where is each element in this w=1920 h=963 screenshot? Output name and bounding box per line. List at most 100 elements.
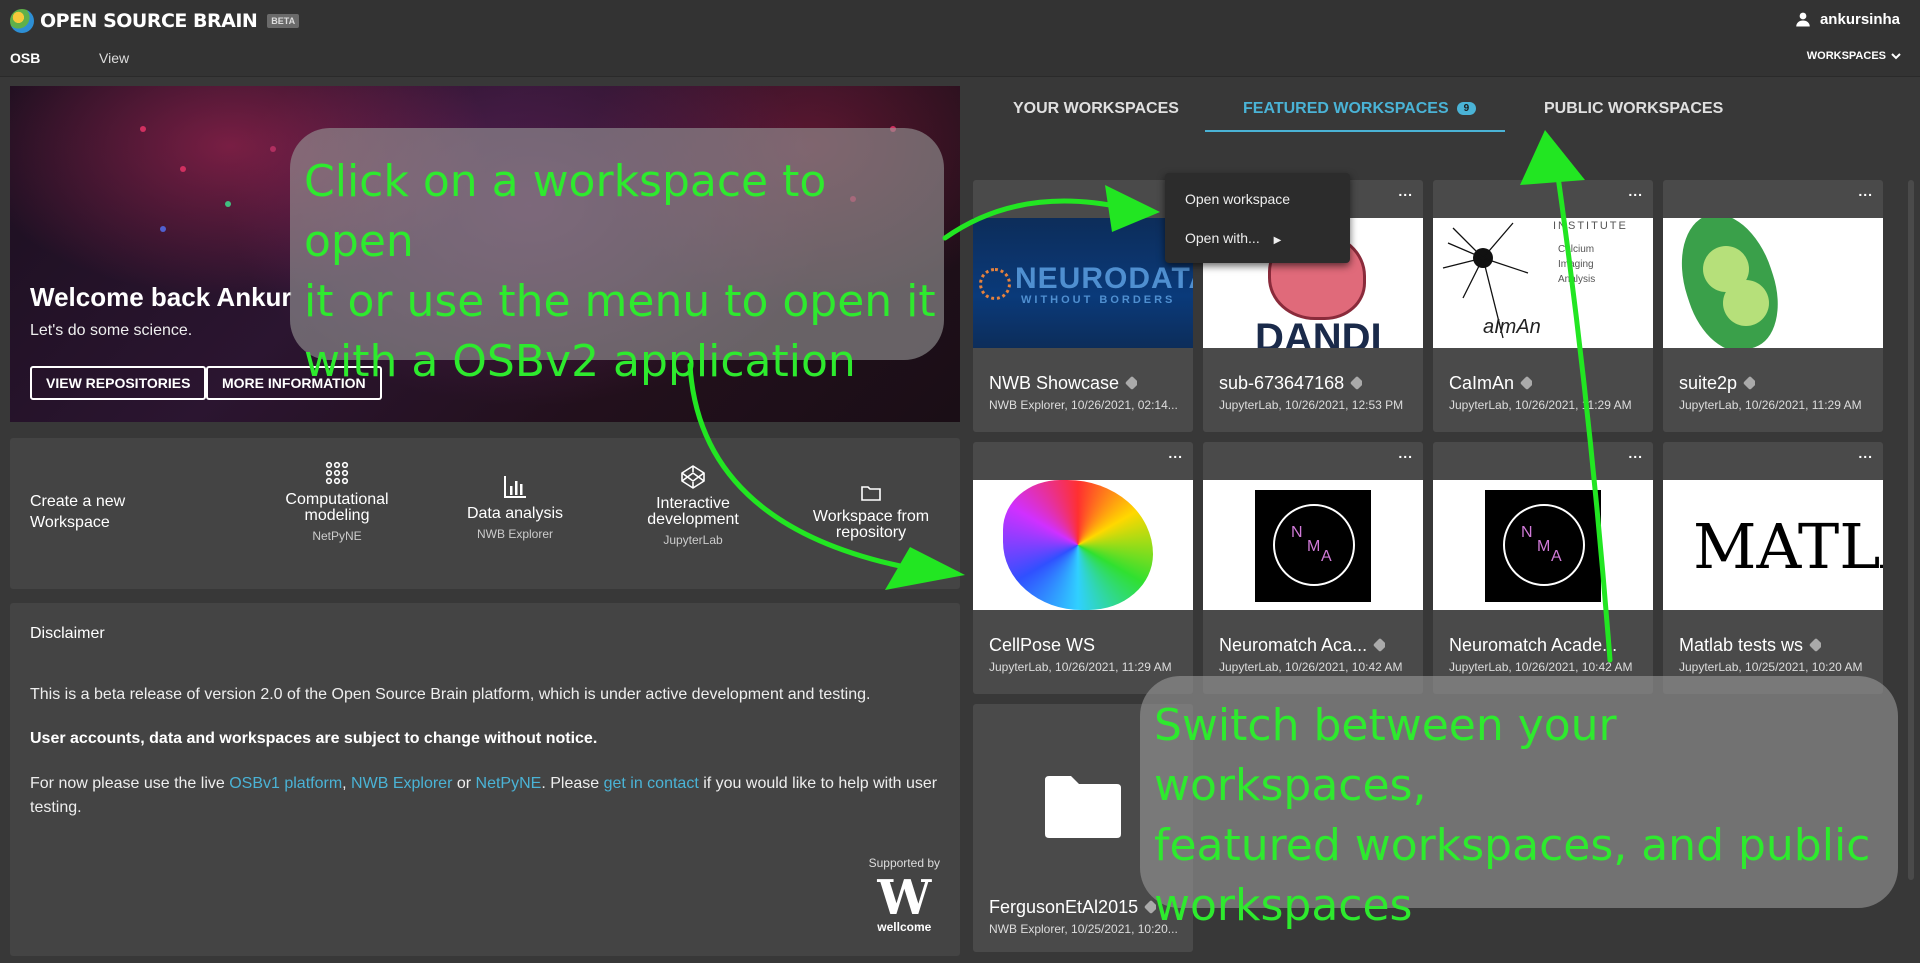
menu-item-open-with[interactable]: Open with... ▶ bbox=[1185, 230, 1281, 246]
osbv1-link[interactable]: OSBv1 platform bbox=[229, 775, 342, 792]
logo-letter: A bbox=[1321, 548, 1332, 565]
card-menu-button[interactable]: ... bbox=[1858, 184, 1873, 198]
thumbnail-text: MATLA bbox=[1693, 510, 1883, 583]
card-menu-button[interactable]: ... bbox=[1858, 446, 1873, 460]
workspace-thumbnail: NEURODATA WITHOUT BORDERS bbox=[973, 218, 1193, 348]
create-workspace-panel: Create a new Workspace Computational mod… bbox=[10, 438, 960, 589]
tag-icon bbox=[1808, 637, 1822, 653]
workspace-name: suite2p bbox=[1679, 373, 1738, 393]
workspace-thumbnail bbox=[1663, 218, 1883, 348]
annotation-line: Click on a workspace to open bbox=[304, 156, 827, 267]
tab-public-workspaces[interactable]: PUBLIC WORKSPACES bbox=[1544, 100, 1723, 118]
sponsor-name: wellcome bbox=[877, 920, 932, 934]
workspace-meta: NWB Explorer, 10/25/2021, 10:20... bbox=[989, 922, 1178, 936]
view-repositories-button[interactable]: VIEW REPOSITORIES bbox=[30, 366, 207, 400]
workspace-thumbnail: N M A bbox=[1203, 480, 1423, 610]
thumbnail-text: Calcium bbox=[1558, 244, 1595, 255]
disclaimer-panel: Disclaimer This is a beta release of ver… bbox=[10, 603, 960, 956]
top-bar: OPEN SOURCE BRAIN BETA ankursinha OSB Vi… bbox=[0, 0, 1920, 77]
nma-logo-icon: N M A bbox=[1255, 490, 1371, 602]
caret-right-icon: ▶ bbox=[1273, 235, 1282, 246]
workspace-meta: JupyterLab, 10/26/2021, 11:29 AM bbox=[989, 660, 1172, 674]
grid-dots-icon bbox=[325, 461, 349, 485]
create-data-analysis[interactable]: Data analysis NWB Explorer bbox=[440, 474, 590, 541]
menu-item-label: Open with... bbox=[1185, 230, 1260, 246]
tab-featured-workspaces[interactable]: FEATURED WORKSPACES 9 bbox=[1243, 100, 1477, 118]
netpyne-link[interactable]: NetPyNE bbox=[476, 775, 542, 792]
neuron-dot bbox=[225, 201, 231, 207]
menu-osb[interactable]: OSB bbox=[10, 50, 40, 66]
neuron-dot bbox=[160, 226, 166, 232]
disclaimer-warning: User accounts, data and workspaces are s… bbox=[30, 730, 598, 747]
contact-link[interactable]: get in contact bbox=[604, 775, 699, 792]
workspace-title: suite2p bbox=[1679, 373, 1756, 394]
neuron-dot bbox=[270, 146, 276, 152]
annotation-text: Click on a workspace to open it or use t… bbox=[304, 152, 944, 392]
tag-icon bbox=[1124, 375, 1138, 391]
workspace-card[interactable]: ... MATLA Matlab tests ws JupyterLab, 10… bbox=[1663, 442, 1883, 694]
tag-icon bbox=[1373, 637, 1386, 653]
beta-badge: BETA bbox=[267, 14, 300, 28]
card-menu-button[interactable]: ... bbox=[1398, 446, 1413, 460]
bar-chart-icon bbox=[504, 476, 526, 498]
scrollbar[interactable] bbox=[1908, 180, 1914, 880]
workspace-name: CellPose WS bbox=[989, 635, 1096, 655]
annotation-line: Switch between your workspaces, bbox=[1154, 700, 1617, 811]
workspace-name: FergusonEtAl2015 bbox=[989, 897, 1139, 917]
workspace-card[interactable]: ... N M A Neuromatch Acade... JupyterLab… bbox=[1433, 442, 1653, 694]
annotation-line: with a OSBv2 application bbox=[304, 336, 856, 387]
workspace-card[interactable]: ... suite2p JupyterLab, 10/26/2021, 11:2… bbox=[1663, 180, 1883, 432]
logo-letter: M bbox=[1307, 538, 1321, 555]
card-menu-button[interactable]: ... bbox=[1628, 184, 1643, 198]
nwb-explorer-link[interactable]: NWB Explorer bbox=[351, 775, 452, 792]
tag-icon bbox=[1350, 375, 1363, 391]
logo-letter: M bbox=[1537, 538, 1551, 555]
user-menu[interactable]: ankursinha bbox=[1794, 10, 1900, 28]
workspace-meta: NWB Explorer, 10/26/2021, 02:14... bbox=[989, 398, 1178, 412]
brand[interactable]: OPEN SOURCE BRAIN BETA bbox=[10, 8, 300, 34]
workspace-card[interactable]: ... N M A Neuromatch Aca... JupyterLab, … bbox=[1203, 442, 1423, 694]
network-icon bbox=[979, 268, 1011, 300]
annotation-callout-tabs: Switch between your workspaces, featured… bbox=[1140, 676, 1898, 931]
workspace-card[interactable]: ... INSTITUTE Calcium Imaging Analysis a… bbox=[1433, 180, 1653, 432]
workspace-name: Neuromatch Acade... bbox=[1449, 635, 1618, 655]
card-menu-button[interactable]: ... bbox=[1168, 446, 1183, 460]
codepen-icon bbox=[681, 465, 705, 489]
arrowhead bbox=[1520, 130, 1585, 185]
workspace-meta: JupyterLab, 10/26/2021, 11:29 AM bbox=[1449, 398, 1632, 412]
workspace-thumbnail: INSTITUTE Calcium Imaging Analysis aImAn bbox=[1433, 218, 1653, 348]
user-icon bbox=[1796, 12, 1810, 27]
workspace-context-menu: Open workspace Open with... ▶ bbox=[1165, 173, 1350, 263]
count-badge: 9 bbox=[1456, 102, 1477, 115]
logo-letter: N bbox=[1291, 524, 1303, 541]
text-fragment: or bbox=[452, 775, 476, 792]
welcome-subtitle: Let's do some science. bbox=[30, 322, 193, 339]
workspace-name: CaImAn bbox=[1449, 373, 1515, 393]
thumbnail-text: DANDI bbox=[1255, 316, 1382, 348]
thumbnail-text: Analysis bbox=[1558, 274, 1596, 285]
tab-your-workspaces[interactable]: YOUR WORKSPACES bbox=[1013, 100, 1179, 118]
folder-icon bbox=[1045, 776, 1121, 838]
workspaces-menu[interactable]: WORKSPACES bbox=[1807, 50, 1902, 62]
workspace-card[interactable]: ... CellPose WS JupyterLab, 10/26/2021, … bbox=[973, 442, 1193, 694]
menu-view[interactable]: View bbox=[99, 50, 129, 66]
create-workspace-from-repository[interactable]: Workspace from repository bbox=[796, 483, 946, 541]
disclaimer-links-text: For now please use the live OSBv1 platfo… bbox=[30, 772, 950, 820]
workspace-card[interactable]: NEURODATA WITHOUT BORDERS NWB Showcase N… bbox=[973, 180, 1193, 432]
logo-letter: A bbox=[1551, 548, 1562, 565]
workspace-title: Neuromatch Acade... bbox=[1449, 635, 1617, 656]
create-interactive-development[interactable]: Interactive development JupyterLab bbox=[618, 464, 768, 547]
create-computational-modeling[interactable]: Computational modeling NetPyNE bbox=[262, 460, 412, 543]
option-title: Interactive development bbox=[647, 495, 739, 528]
pea-icon bbox=[1723, 280, 1769, 326]
workspace-title: CaImAn bbox=[1449, 373, 1533, 394]
workspace-thumbnail bbox=[973, 480, 1193, 610]
neuron-dot bbox=[180, 166, 186, 172]
card-menu-button[interactable]: ... bbox=[1628, 446, 1643, 460]
folder-icon bbox=[861, 486, 881, 501]
card-menu-button[interactable]: ... bbox=[1398, 184, 1413, 198]
option-subtitle: NWB Explorer bbox=[476, 527, 553, 541]
tag-icon bbox=[1742, 375, 1756, 391]
chevron-down-icon bbox=[1891, 53, 1901, 60]
menu-item-open-workspace[interactable]: Open workspace bbox=[1185, 191, 1290, 207]
